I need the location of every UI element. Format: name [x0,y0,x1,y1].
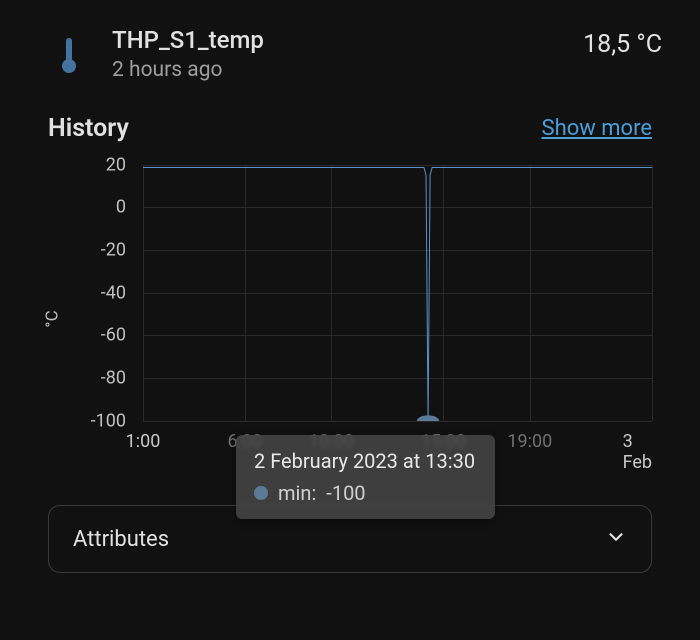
chevron-down-icon [605,526,627,552]
y-tick: -100 [91,411,126,432]
show-more-link[interactable]: Show more [542,116,652,141]
y-axis-ticks: 20 0 -20 -40 -60 -80 -100 [38,165,136,421]
chart-tooltip: 2 February 2023 at 13:30 min: -100 [236,435,495,519]
history-chart[interactable]: °C 20 0 -20 -40 -60 -80 -100 [38,165,662,485]
y-tick: 0 [116,197,126,218]
entity-state: 18,5 °C [583,26,662,59]
attributes-label: Attributes [73,527,169,552]
thermometer-icon [52,26,86,76]
tooltip-date: 2 February 2023 at 13:30 [254,449,475,473]
entity-last-changed: 2 hours ago [112,58,557,82]
entity-name: THP_S1_temp [112,26,557,54]
tooltip-value: -100 [326,481,365,505]
entity-header: THP_S1_temp 2 hours ago 18,5 °C [28,18,672,106]
history-title: History [48,114,129,143]
x-tick: 19:00 [507,431,552,452]
y-tick: -80 [101,368,126,389]
tooltip-series-dot [254,486,268,500]
chart-plot [143,165,652,421]
y-tick: -60 [101,325,126,346]
y-tick: 20 [106,155,126,176]
y-tick: -20 [101,240,126,261]
tooltip-series-label: min: [278,481,316,505]
x-tick: 1:00 [126,431,161,452]
y-tick: -40 [101,283,126,304]
x-tick: 3 Feb [623,431,652,473]
